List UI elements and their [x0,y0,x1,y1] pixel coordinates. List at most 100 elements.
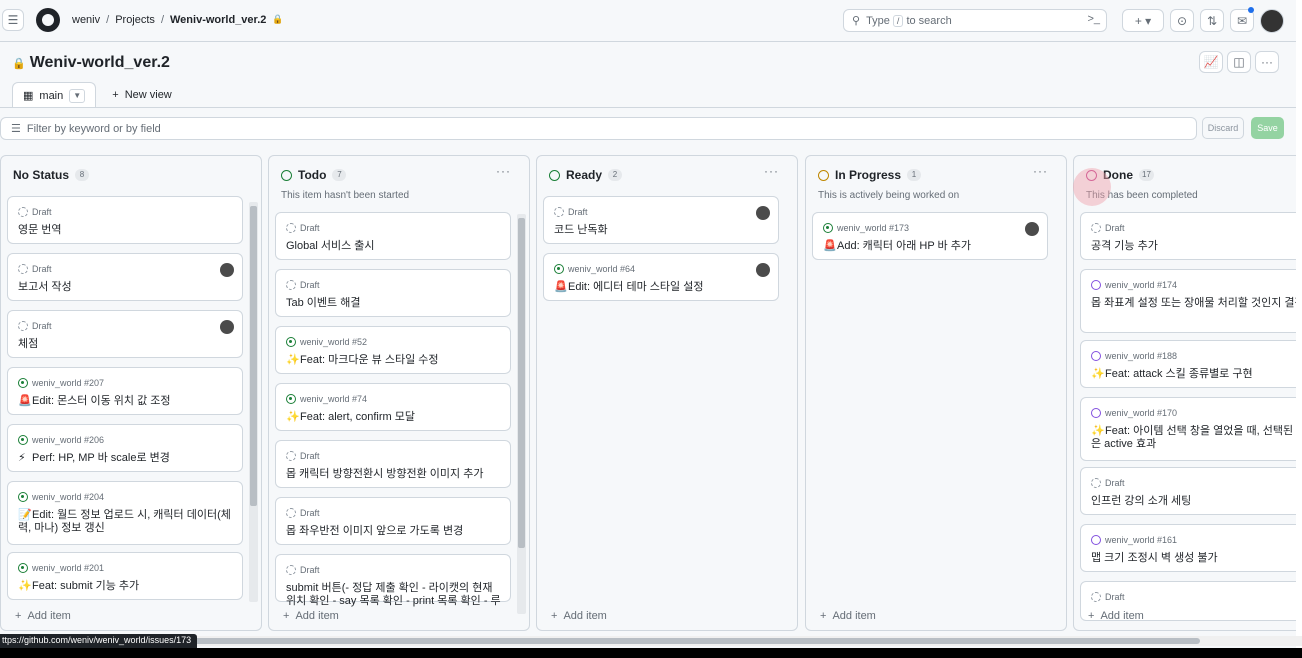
add-item-button[interactable]: + Add item [1088,610,1144,622]
column-scrollbar[interactable] [249,202,258,602]
card[interactable]: Draft 공격 기능 추가 [1080,212,1302,260]
card-title[interactable]: ⚡ Perf: HP, MP 바 scale로 변경 [18,452,234,465]
card-title[interactable]: Tab 이벤트 해결 [286,297,502,310]
card-meta-text[interactable]: weniv_world #173 [837,223,909,233]
card-meta: weniv_world #173 [823,223,909,233]
scrollbar-thumb[interactable] [518,218,525,548]
card-meta-text[interactable]: weniv_world #161 [1105,535,1177,545]
card-meta-text[interactable]: weniv_world #207 [32,378,104,388]
assignee-avatar[interactable] [1025,222,1039,236]
card[interactable]: weniv_world #201 ✨Feat: submit 기능 추가 [7,552,243,600]
card[interactable]: Draft 보고서 작성 [7,253,243,301]
card-title[interactable]: submit 버튼(- 정답 제출 확인 - 라이캣의 현재 위치 확인 - s… [286,582,502,608]
card[interactable]: weniv_world #174 몹 좌표계 설정 또는 장애물 처리할 것인지 … [1080,269,1302,333]
card-title[interactable]: ✨Feat: 마크다운 뷰 스타일 수정 [286,354,502,367]
column-menu-icon[interactable]: ··· [496,164,511,178]
card-meta-text[interactable]: weniv_world #201 [32,563,104,573]
pull-requests-icon[interactable]: ⇅ [1200,9,1224,32]
card-meta-text[interactable]: weniv_world #174 [1105,280,1177,290]
card-title[interactable]: 몹 좌우반전 이미지 앞으로 가도록 변경 [286,525,502,538]
scrollbar-thumb[interactable] [180,638,1200,644]
more-options-icon[interactable]: ··· [1255,51,1279,73]
card-title[interactable]: 공격 기능 추가 [1091,240,1302,253]
card[interactable]: weniv_world #204 📝Edit: 월드 정보 업로드 시, 캐릭터 … [7,481,243,545]
card-meta-text[interactable]: weniv_world #64 [568,264,635,274]
card[interactable]: weniv_world #74 ✨Feat: alert, confirm 모달 [275,383,511,431]
add-item-button[interactable]: + Add item [551,610,607,622]
card-title[interactable]: 보고서 작성 [18,281,234,294]
insights-icon[interactable]: 📈 [1199,51,1223,73]
assignee-avatar[interactable] [756,263,770,277]
card-title[interactable]: 인프런 강의 소개 세팅 [1091,495,1302,508]
card-title[interactable]: Global 서비스 출시 [286,240,502,253]
breadcrumb-projects[interactable]: Projects [115,14,155,26]
filter-input[interactable]: ☰ Filter by keyword or by field [0,117,1197,140]
card[interactable]: Draft 체점 [7,310,243,358]
chevron-down-icon[interactable]: ▼ [69,88,86,103]
issues-icon[interactable]: ⊙ [1170,9,1194,32]
card[interactable]: Draft 인프런 강의 소개 세팅 [1080,467,1302,515]
card[interactable]: weniv_world #188 ✨Feat: attack 스킬 종류별로 구현 [1080,340,1302,388]
card[interactable]: Draft Tab 이벤트 해결 [275,269,511,317]
card[interactable]: weniv_world #170 ✨Feat: 아이템 선택 창을 열었을 때, … [1080,397,1302,461]
card-title[interactable]: 🚨Add: 캐릭터 아래 HP 바 추가 [823,240,1039,253]
breadcrumb-project[interactable]: Weniv-world_ver.2 [170,14,266,26]
card-meta-text[interactable]: weniv_world #52 [300,337,367,347]
tab-main[interactable]: ▦ main ▼ [12,82,97,108]
card-meta-text[interactable]: weniv_world #170 [1105,408,1177,418]
card-title[interactable]: ✨Feat: attack 스킬 종류별로 구현 [1091,368,1302,381]
save-button[interactable]: Save [1251,117,1284,139]
closed-issue-icon [1091,408,1101,418]
card-title[interactable]: 영문 번역 [18,224,234,237]
card-title[interactable]: ✨Feat: submit 기능 추가 [18,580,234,593]
card-title[interactable]: 🚨Edit: 몬스터 이동 위치 값 조정 [18,395,234,408]
card-title[interactable]: 체점 [18,338,234,351]
card-title[interactable]: 코드 난독화 [554,224,770,237]
card-title[interactable]: 📝Edit: 월드 정보 업로드 시, 캐릭터 데이터(체력, 마나) 정보 갱… [18,509,234,535]
discard-button[interactable]: Discard [1202,117,1244,139]
add-item-button[interactable]: + Add item [820,610,876,622]
card-meta: Draft [1091,478,1125,488]
search-input[interactable]: ⚲ Type / to search >_ [843,9,1107,32]
card-title[interactable]: 🚨Edit: 에디터 테마 스타일 설정 [554,281,770,294]
card-title[interactable]: ✨Feat: 아이템 선택 창을 열었을 때, 선택된 아이템은 active … [1091,425,1302,451]
card-meta-text[interactable]: weniv_world #204 [32,492,104,502]
card-title[interactable]: ✨Feat: alert, confirm 모달 [286,411,502,424]
side-panel-icon[interactable]: ◫ [1227,51,1251,73]
card[interactable]: Draft 몹 좌우반전 이미지 앞으로 가도록 변경 [275,497,511,545]
card[interactable]: Draft 몹 캐릭터 방향전환시 방향전환 이미지 추가 [275,440,511,488]
create-new-button[interactable]: + ▾ [1122,9,1164,32]
card-meta-text[interactable]: weniv_world #188 [1105,351,1177,361]
assignee-avatar[interactable] [220,263,234,277]
card-meta-text[interactable]: weniv_world #74 [300,394,367,404]
add-item-button[interactable]: + Add item [283,610,339,622]
card[interactable]: weniv_world #207 🚨Edit: 몬스터 이동 위치 값 조정 [7,367,243,415]
column-scrollbar[interactable] [517,214,526,614]
card[interactable]: Draft Global 서비스 출시 [275,212,511,260]
card[interactable]: Draft 영문 번역 [7,196,243,244]
breadcrumb-org[interactable]: weniv [72,14,100,26]
assignee-avatar[interactable] [756,206,770,220]
card[interactable]: weniv_world #161 맵 크기 조정시 벽 생성 불가 [1080,524,1302,572]
github-logo-icon[interactable] [36,8,60,32]
card[interactable]: weniv_world #173 🚨Add: 캐릭터 아래 HP 바 추가 [812,212,1048,260]
card-title[interactable]: 몹 캐릭터 방향전환시 방향전환 이미지 추가 [286,468,502,481]
card[interactable]: weniv_world #206 ⚡ Perf: HP, MP 바 scale로 변… [7,424,243,472]
assignee-avatar[interactable] [220,320,234,334]
add-item-button[interactable]: + Add item [15,610,71,622]
command-palette-icon[interactable]: >_ [1087,13,1100,25]
card-meta: Draft [1091,223,1125,233]
scrollbar-thumb[interactable] [250,206,257,506]
card-title[interactable]: 맵 크기 조정시 벽 생성 불가 [1091,552,1302,565]
card-meta-text[interactable]: weniv_world #206 [32,435,104,445]
card[interactable]: weniv_world #52 ✨Feat: 마크다운 뷰 스타일 수정 [275,326,511,374]
card[interactable]: Draft submit 버튼(- 정답 제출 확인 - 라이캣의 현재 위치 확… [275,554,511,607]
card[interactable]: weniv_world #64 🚨Edit: 에디터 테마 스타일 설정 [543,253,779,301]
user-avatar[interactable] [1260,9,1284,33]
card-title[interactable]: 몹 좌표계 설정 또는 장애물 처리할 것인지 결정 [1091,297,1302,310]
new-view-button[interactable]: + New view [112,89,172,101]
card[interactable]: Draft 코드 난독화 [543,196,779,244]
column-menu-icon[interactable]: ··· [764,164,779,178]
menu-icon[interactable]: ☰ [2,9,24,31]
column-menu-icon[interactable]: ··· [1033,164,1048,178]
